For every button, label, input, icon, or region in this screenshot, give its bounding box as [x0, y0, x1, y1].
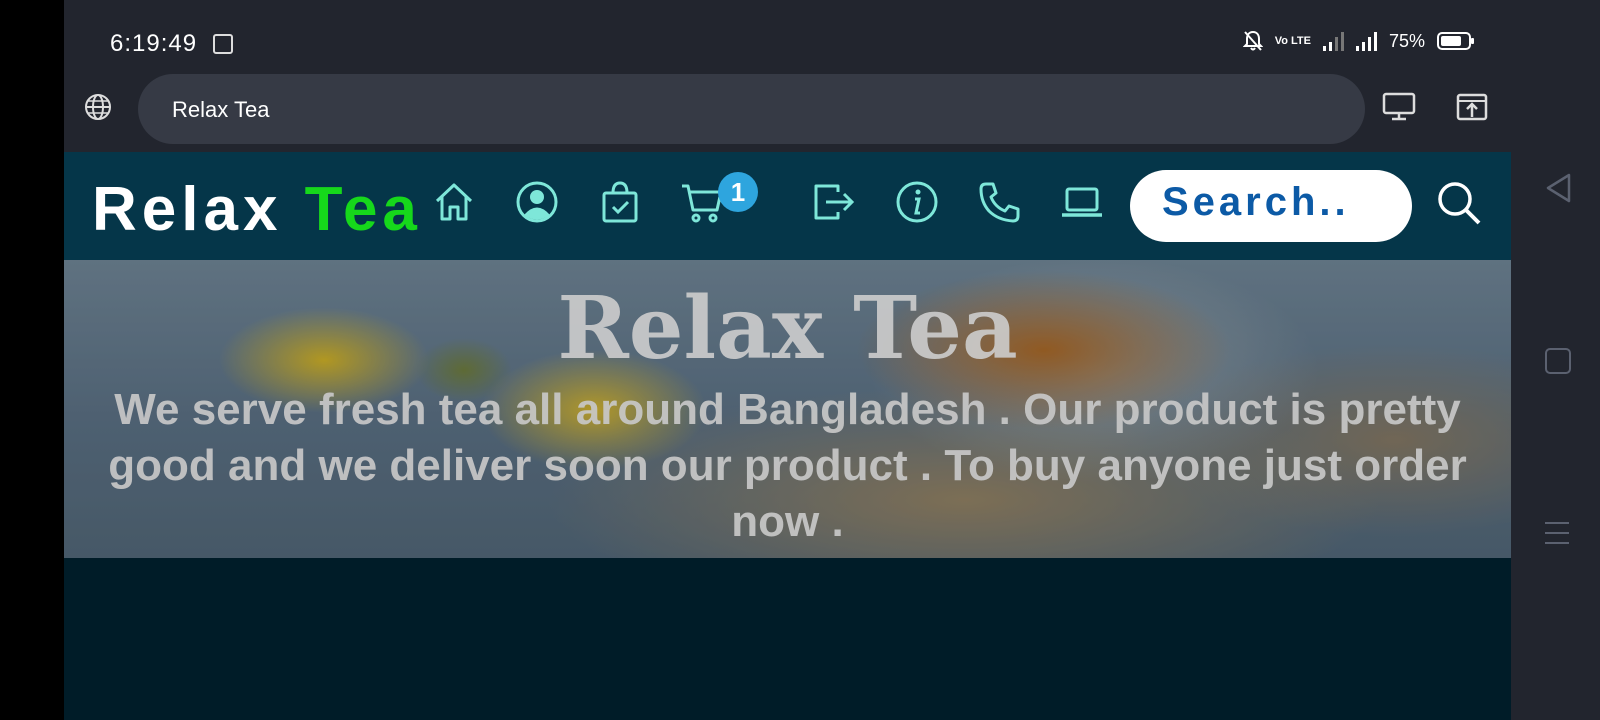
hero-description: We serve fresh tea all around Bangladesh… — [108, 385, 1467, 546]
cart-icon[interactable] — [680, 180, 724, 224]
cart-count-badge: 1 — [718, 172, 758, 212]
search-icon[interactable] — [1436, 180, 1482, 226]
address-bar[interactable]: Relax Tea — [138, 74, 1365, 144]
logout-icon[interactable] — [812, 180, 856, 224]
back-icon[interactable] — [1545, 172, 1573, 204]
volte-indicator: Vo LTE — [1274, 35, 1311, 47]
open-external-icon[interactable] — [1456, 92, 1488, 122]
battery-icon — [1437, 32, 1474, 50]
status-bar: 6:19:49 Vo LTE 75% — [64, 0, 1511, 70]
status-time: 6:19:49 — [110, 30, 198, 57]
phone-icon[interactable] — [978, 180, 1022, 224]
user-icon[interactable] — [515, 180, 559, 224]
address-text: Relax Tea — [172, 97, 270, 122]
search-placeholder: Search.. — [1162, 180, 1350, 224]
android-nav-bar — [1511, 0, 1600, 720]
logo-word-tea: Tea — [304, 175, 422, 244]
home-icon[interactable] — [432, 180, 476, 224]
page-body — [64, 558, 1511, 720]
site-navbar: Relax Tea 1 Search.. — [64, 152, 1511, 260]
bag-check-icon[interactable] — [598, 180, 642, 224]
laptop-icon[interactable] — [1060, 180, 1104, 224]
phone-screen: 6:19:49 Vo LTE 75% Relax Tea Relax Tea 1… — [64, 0, 1511, 720]
search-input[interactable]: Search.. — [1130, 170, 1412, 242]
signal-1-icon — [1322, 31, 1344, 51]
info-icon[interactable] — [895, 180, 939, 224]
hero-banner: Relax Tea We serve fresh tea all around … — [64, 260, 1511, 558]
notification-app-icon — [213, 34, 233, 54]
signal-2-icon — [1355, 31, 1377, 51]
recents-menu-icon[interactable] — [1544, 521, 1570, 545]
battery-percent: 75% — [1388, 30, 1425, 51]
globe-icon[interactable] — [83, 92, 113, 122]
left-edge — [0, 0, 64, 720]
hero-title: Relax Tea — [557, 278, 1018, 379]
home-square-icon[interactable] — [1545, 348, 1571, 374]
browser-bar: Relax Tea — [64, 70, 1511, 152]
logo-word-relax: Relax — [92, 175, 305, 244]
desktop-site-icon[interactable] — [1382, 92, 1416, 122]
bell-muted-icon — [1242, 30, 1263, 51]
site-logo[interactable]: Relax Tea — [92, 174, 422, 245]
status-indicators: Vo LTE 75% — [1242, 30, 1474, 52]
